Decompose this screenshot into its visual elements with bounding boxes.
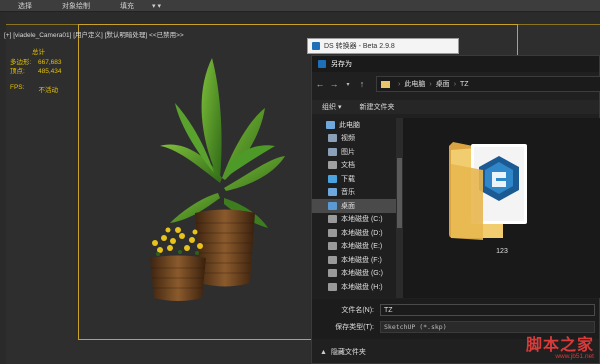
forward-arrow-icon[interactable]: → [328,79,340,89]
filename-input[interactable]: TZ [380,304,595,316]
navigation-pane: 此电脑视频图片文档下载音乐桌面本地磁盘 (C:) 本地磁盘 (D:) 本地磁盘 (E… [312,118,396,298]
document-icon [328,161,337,170]
back-arrow-icon[interactable]: ← [314,79,326,89]
sidebar-item-label: 桌面 [341,202,355,210]
file-list-area[interactable]: 123 [403,118,600,298]
sidebar-item-label: 本地磁盘 (G:) [341,270,383,278]
watermark-text: 脚本之家 [525,335,594,354]
ds-converter-title: DS 转换器 - Beta 2.9.8 [324,43,395,50]
download-icon [328,174,337,183]
computer-icon [326,120,335,129]
stats-total-title: 总计 [32,49,45,56]
desktop-icon [328,201,337,210]
sidebar-item[interactable]: 本地磁盘 (H:) [312,280,396,294]
music-icon [328,188,337,197]
menu-fill[interactable]: 填充 [116,1,138,11]
new-folder-button[interactable]: 新建文件夹 [359,102,394,112]
menu-dropdown[interactable]: ▾ ▾ [148,2,165,10]
disk-icon [328,255,337,264]
hide-folders-toggle[interactable]: ▲ 隐藏文件夹 [320,347,366,357]
file-label-123[interactable]: 123 [403,248,600,255]
dialog-titlebar[interactable]: 另存为 [312,56,599,72]
fps-label: FPS: [10,84,25,91]
fps-readout: FPS: 不活动 [10,84,58,94]
disk-icon [328,282,337,291]
filename-row: 文件名(N): TZ [312,303,599,317]
hide-folders-label: 隐藏文件夹 [330,349,366,356]
filename-label: 文件名(N): [341,307,374,314]
stats-polys-label: 多边形: [10,58,32,66]
breadcrumb-this-pc[interactable]: 此电脑 [404,79,425,89]
save-as-dialog: 另存为 ← → ▾ ↑ › 此电脑 › 桌面 › TZ 组织 ▾ 新建文件夹 此… [311,55,600,364]
sidebar-item-label: 此电脑 [339,121,360,129]
left-panel-strip [0,12,6,364]
sidebar-item[interactable]: 本地磁盘 (G:) [312,267,396,281]
sidebar-item[interactable]: 本地磁盘 (E:) [312,240,396,254]
folder-skp-icon [449,142,527,240]
sidebar-item[interactable]: 音乐 [312,186,396,200]
sidebar-item-label: 本地磁盘 (C:) [341,216,383,224]
dialog-toolbar: 组织 ▾ 新建文件夹 [312,100,599,114]
sidebar-item[interactable]: 本地磁盘 (D:) [312,226,396,240]
sidebar-item[interactable]: 视频 [312,132,396,146]
disk-icon [328,269,337,278]
sidebar-item[interactable]: 图片 [312,145,396,159]
stats-verts-label: 顶点: [10,68,25,75]
sidebar-item-label: 视频 [341,135,355,143]
sidebar-item-label: 本地磁盘 (E:) [341,243,383,251]
ds-app-icon [312,42,320,50]
up-arrow-icon[interactable]: ↑ [356,79,368,89]
sidebar-item[interactable]: 此电脑 [312,118,396,132]
filetype-label: 保存类型(T): [335,324,374,331]
menu-select[interactable]: 选择 [14,1,36,11]
sidebar-item-label: 本地磁盘 (D:) [341,229,383,237]
sidebar-item-label: 音乐 [341,189,355,197]
potted-plant-render [150,58,285,301]
scrollbar-thumb[interactable] [397,158,402,228]
breadcrumb-tz[interactable]: TZ [460,81,469,88]
video-icon [328,134,337,143]
organize-button[interactable]: 组织 ▾ [322,102,341,112]
sidebar-item[interactable]: 下载 [312,172,396,186]
picture-icon [328,147,337,156]
disk-icon [328,242,337,251]
folder-icon [381,80,390,88]
site-watermark: 脚本之家 www.jb51.net [526,331,594,360]
sidebar-item-label: 下载 [341,175,355,183]
sidebar-item[interactable]: 本地磁盘 (C:) [312,213,396,227]
sidebar-item-label: 本地磁盘 (F:) [341,256,382,264]
address-bar[interactable]: › 此电脑 › 桌面 › TZ [376,76,600,92]
stats-verts-value: 485,434 [38,68,62,75]
disk-icon [328,228,337,237]
sidebar-item[interactable]: 桌面 [312,199,396,213]
collapse-caret-icon: ▲ [320,348,327,356]
file-item-123[interactable] [443,126,533,248]
sidebar-item[interactable]: 文档 [312,159,396,173]
fps-value: 不活动 [38,87,58,94]
sidebar-item-label: 图片 [341,148,355,156]
dialog-title: 另存为 [331,61,352,68]
sketchup-icon [318,60,326,68]
disk-icon [328,215,337,224]
viewport-label[interactable]: [+] [viadele_Camera01] [用户定义] [默认明暗处理] <… [4,29,184,39]
sidebar-item-label: 本地磁盘 (H:) [341,283,383,291]
sidebar-item-label: 文档 [341,162,355,170]
viewport-statistics: 总计 多边形: 667,683 顶点: 485,434 [10,48,62,77]
menu-object-paint[interactable]: 对象绘制 [58,1,94,11]
stats-polys-value: 667,683 [38,58,62,66]
top-menubar: 选择 对象绘制 填充 ▾ ▾ [0,0,600,12]
ds-converter-titlebar[interactable]: DS 转换器 - Beta 2.9.8 [307,38,459,54]
recent-chevron-icon[interactable]: ▾ [342,81,354,88]
dialog-navbar: ← → ▾ ↑ › 此电脑 › 桌面 › TZ [312,74,600,94]
sidebar-item[interactable]: 本地磁盘 (F:) [312,253,396,267]
breadcrumb-desktop[interactable]: 桌面 [436,79,450,89]
navigation-scrollbar[interactable] [396,118,403,298]
